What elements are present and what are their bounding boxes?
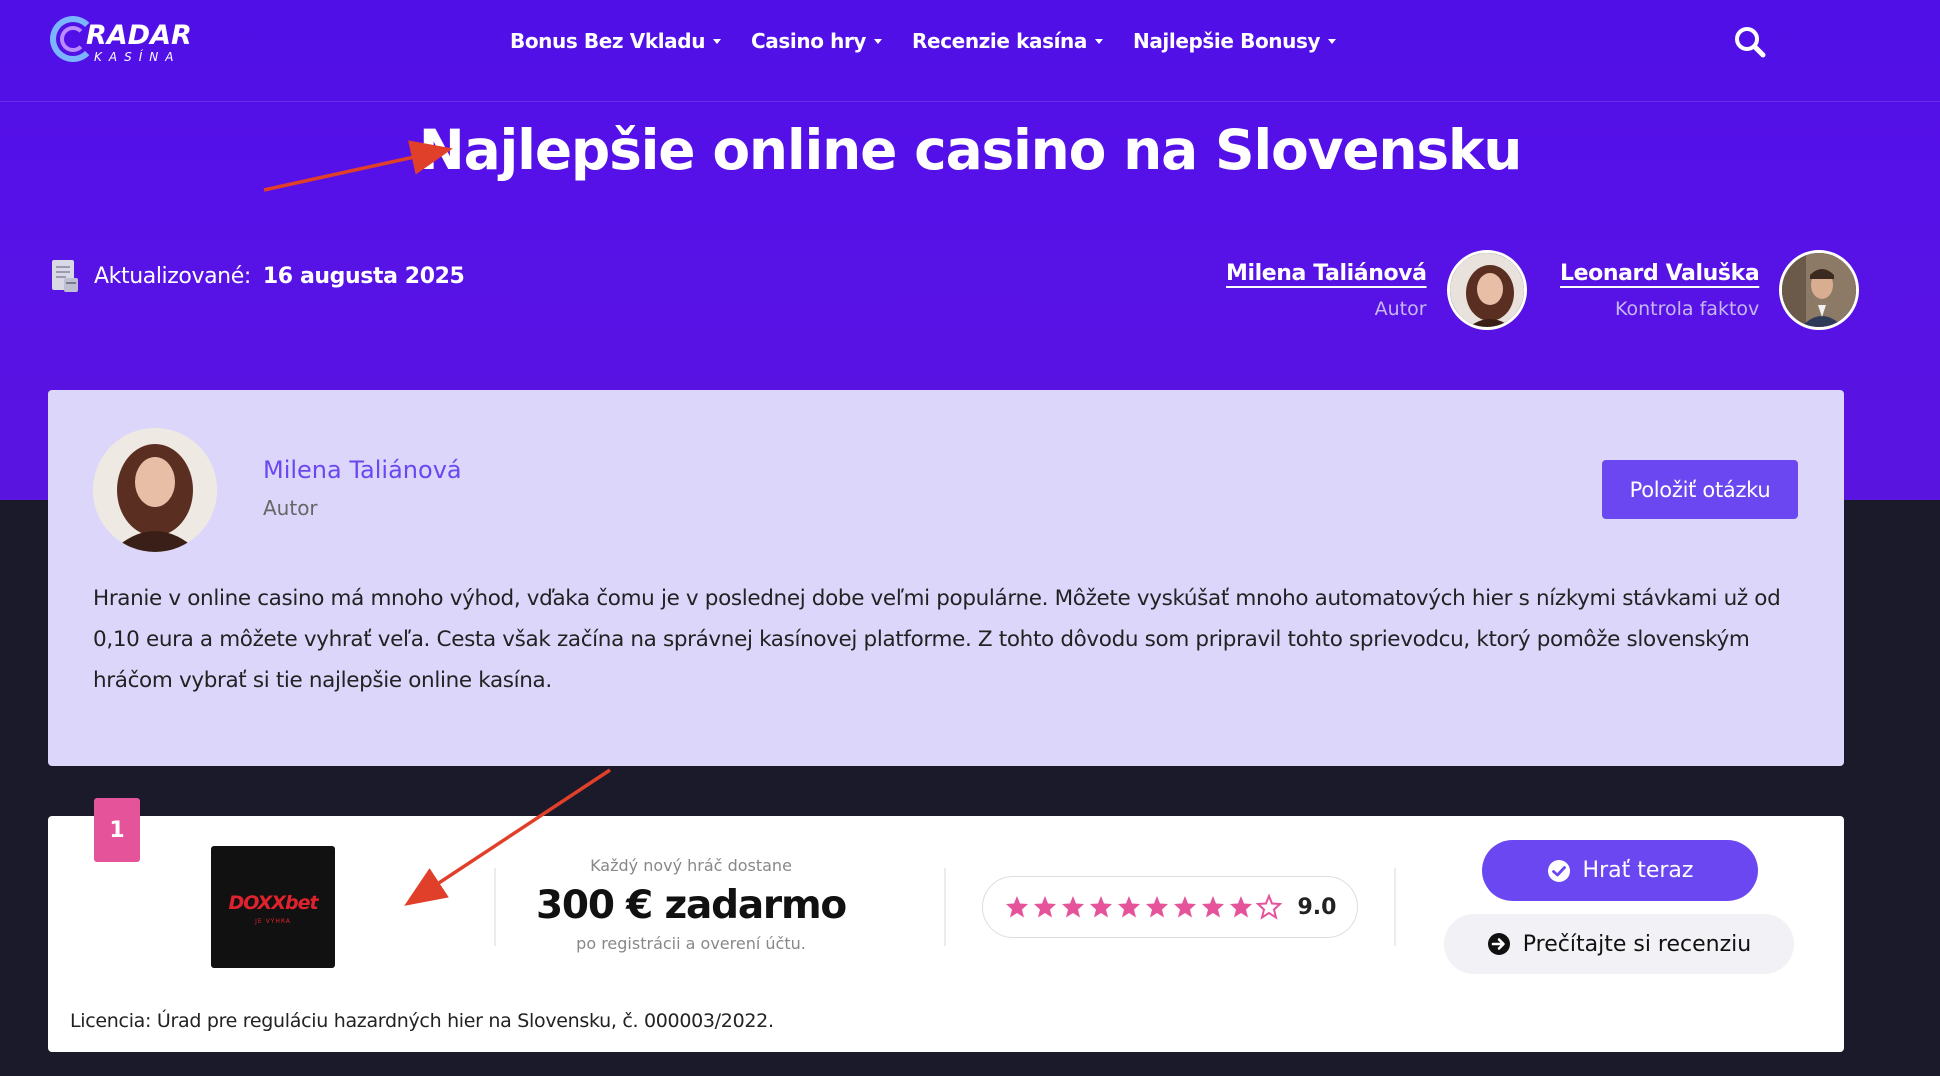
fact-checker-portrait-icon [1782,253,1857,327]
fact-checker-byline: Leonard Valuška Kontrola faktov [1560,250,1860,330]
page-title: Najlepšie online casino na Slovensku [418,118,1523,182]
nav-item-label: Recenzie kasína [912,29,1087,53]
nav-item-label: Najlepšie Bonusy [1133,29,1321,53]
play-now-label: Hrať teraz [1582,858,1694,883]
chevron-down-icon [1095,38,1103,44]
star-filled-icon [1061,896,1084,918]
star-rating [1004,894,1282,920]
chevron-down-icon [1328,38,1337,44]
radar-kasina-logo[interactable]: RADAR KASÍNA [50,16,200,68]
logo-inner-ring-icon [60,26,86,52]
rating-score: 9.0 [1297,894,1337,920]
arrow-right-circle-icon [1487,933,1510,955]
fact-checker-avatar[interactable] [1779,250,1860,330]
author-intro-text: Hranie v online casino má mnoho výhod, v… [93,586,1781,693]
author-avatar[interactable] [1446,250,1527,330]
star-filled-icon [1229,896,1252,918]
updated-date: 16 augusta 2025 [262,263,465,289]
top-navigation-bar: RADAR KASÍNA Bonus Bez Vkladu Casino hry… [0,0,1940,102]
bonus-offer: Každý nový hráč dostane 300 € zadarmo po… [518,856,864,953]
chevron-down-icon [713,38,722,44]
main-menu: Bonus Bez Vkladu Casino hry Recenzie kas… [510,26,1337,56]
play-now-button[interactable]: Hrať teraz [1482,840,1758,901]
author-portrait-icon [93,428,217,552]
updated-label: Aktualizované: [94,263,251,289]
author-card-name-link[interactable]: Milena Taliánová [263,456,462,484]
star-filled-icon [1117,896,1140,918]
casino-logo-brand: DOXXbet [228,892,318,914]
nav-item-label: Bonus Bez Vkladu [510,29,706,53]
divider [944,868,946,946]
nav-item-label: Casino hry [751,29,867,53]
star-filled-icon [1145,896,1168,918]
search-button[interactable] [1730,22,1770,62]
bonus-condition: po registrácii a overení účtu. [576,934,806,953]
casino-logo[interactable]: DOXXbet JE VÝHRA [211,846,335,968]
check-circle-icon [1547,859,1570,882]
rank-badge: 1 [94,798,140,862]
license-text: Licencia: Úrad pre reguláciu hazardných … [70,1010,774,1032]
read-review-button[interactable]: Prečítajte si recenziu [1444,914,1794,974]
bonus-intro: Každý nový hráč dostane [590,856,792,875]
casino-logo-tagline: JE VÝHRA [255,918,291,925]
nav-item-bonus-bez-vkladu[interactable]: Bonus Bez Vkladu [510,29,722,53]
author-byline: Milena Taliánová Autor [1226,250,1527,330]
author-portrait-icon [1449,253,1524,327]
nav-item-najlepsie-bonusy[interactable]: Najlepšie Bonusy [1133,29,1337,53]
author-card-role: Autor [263,496,318,520]
casino-listing-card: 1 DOXXbet JE VÝHRA Každý nový hráč dosta… [48,798,1844,1052]
ask-question-button[interactable]: Položiť otázku [1602,460,1798,519]
author-name-link[interactable]: Milena Taliánová [1226,261,1427,286]
author-intro-card: Milena Taliánová Autor Položiť otázku Hr… [48,390,1844,766]
star-filled-icon [1005,896,1028,918]
search-icon [1735,27,1766,58]
star-filled-icon [1089,896,1112,918]
author-card-avatar[interactable] [93,428,217,552]
logo-word-radar: RADAR [86,20,192,51]
star-empty-icon [1255,894,1282,920]
read-review-label: Prečítajte si recenziu [1522,931,1752,957]
star-filled-icon [1173,896,1196,918]
rating-pill: 9.0 [982,876,1358,938]
nav-item-casino-hry[interactable]: Casino hry [751,29,883,53]
fact-checker-name-link[interactable]: Leonard Valuška [1560,261,1760,286]
author-role: Autor [1374,297,1427,320]
last-updated: Aktualizované: 16 augusta 2025 [48,256,465,296]
fact-checker-role: Kontrola faktov [1615,297,1760,320]
divider [1394,868,1396,946]
chevron-down-icon [874,38,883,44]
nav-item-recenzie-kasina[interactable]: Recenzie kasína [912,29,1103,53]
star-filled-icon [1033,896,1056,918]
document-calendar-icon [52,260,78,292]
star-filled-icon [1201,896,1224,918]
logo-word-kasina: KASÍNA [94,50,181,64]
divider [494,868,496,946]
bonus-amount: 300 € zadarmo [535,883,847,928]
